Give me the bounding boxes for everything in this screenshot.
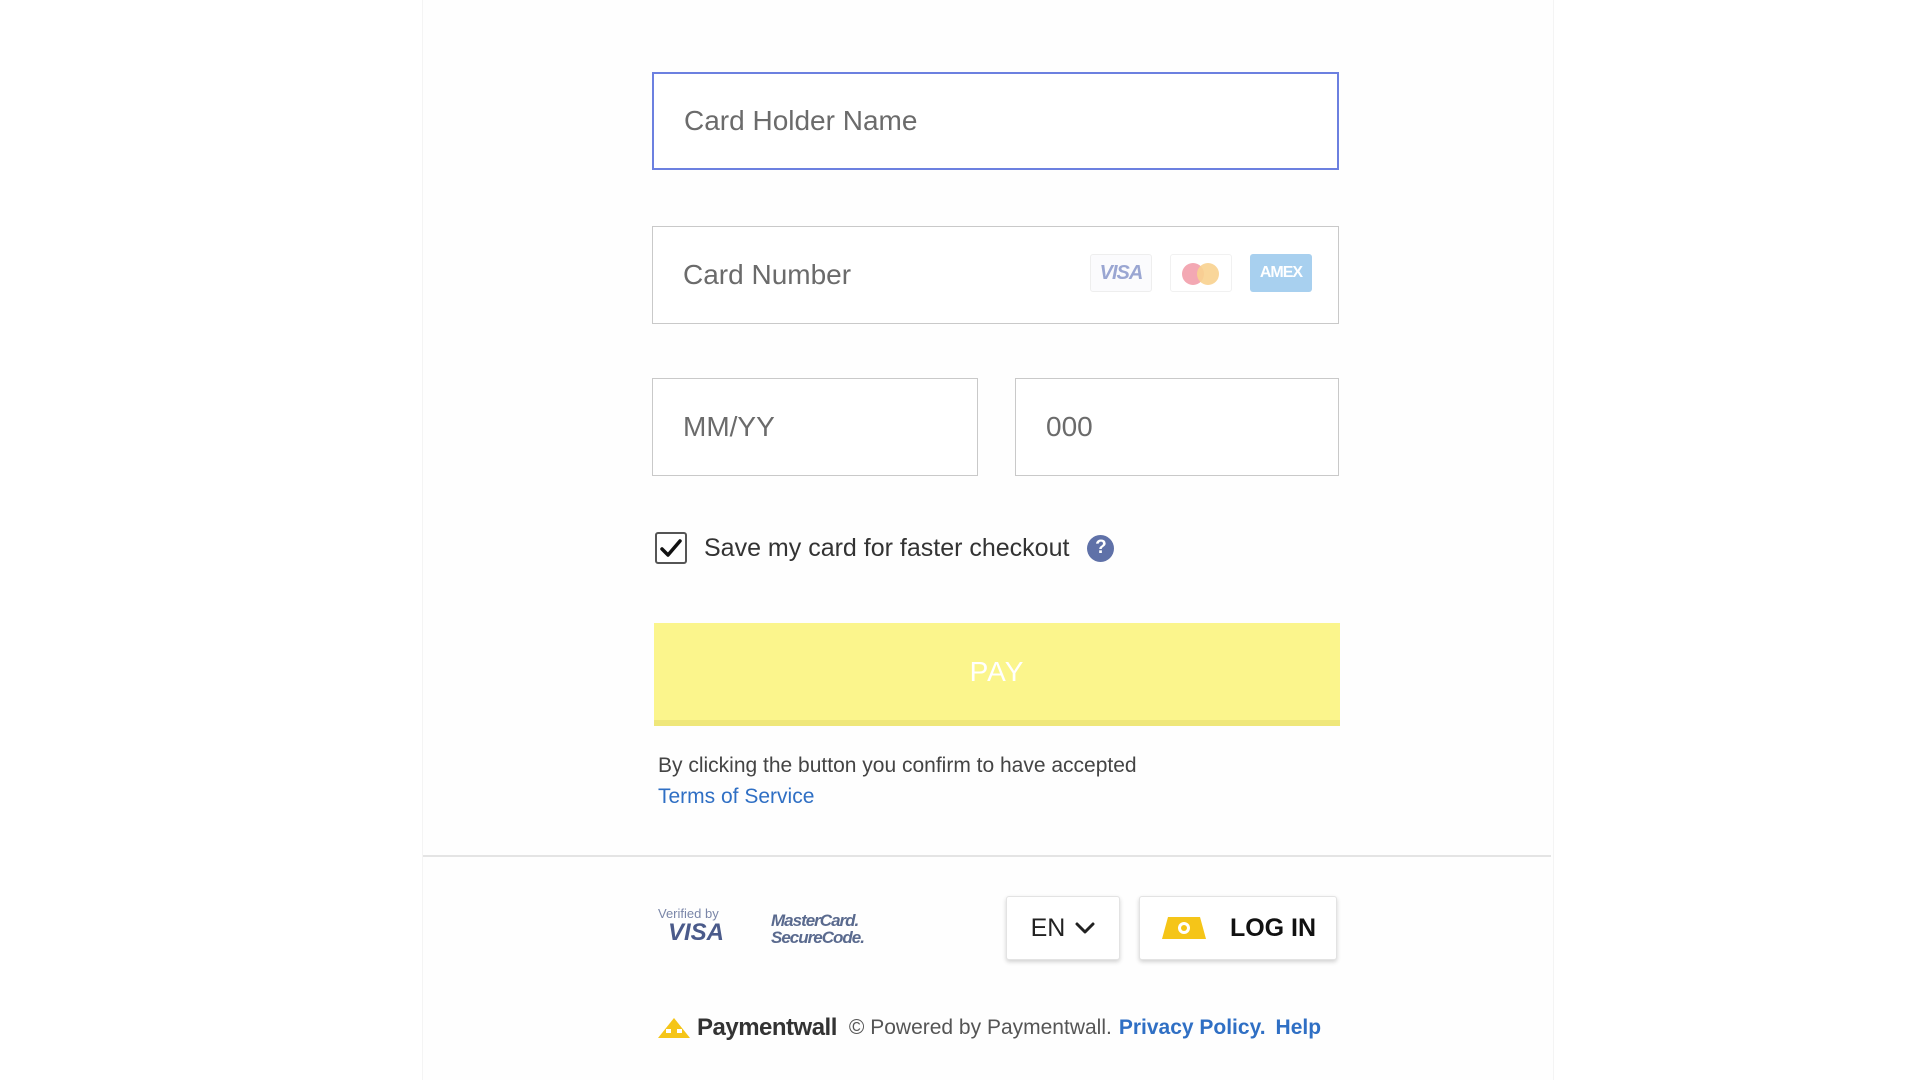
expiry-input[interactable] bbox=[653, 379, 977, 475]
card-number-field[interactable]: VISA AMEX bbox=[652, 226, 1339, 324]
expiry-field[interactable] bbox=[652, 378, 978, 476]
footer-bar: Paymentwall © Powered by Paymentwall. Pr… bbox=[657, 1014, 1321, 1042]
terms-of-service-link[interactable]: Terms of Service bbox=[658, 785, 814, 808]
mastercard-logo-icon bbox=[1170, 254, 1232, 292]
help-icon[interactable]: ? bbox=[1087, 534, 1115, 562]
cvv-input[interactable] bbox=[1016, 379, 1338, 475]
verified-by-visa-badge: Verified by VISA bbox=[658, 906, 724, 947]
pay-button[interactable]: PAY bbox=[654, 623, 1340, 726]
login-icon bbox=[1161, 917, 1206, 939]
save-card-checkbox[interactable] bbox=[655, 532, 687, 564]
help-link[interactable]: Help bbox=[1276, 1016, 1322, 1040]
login-button[interactable]: LOG IN bbox=[1139, 896, 1337, 960]
visa-logo-icon: VISA bbox=[1090, 254, 1152, 292]
save-card-row: Save my card for faster checkout ? bbox=[655, 532, 1115, 564]
mastercard-securecode-badge: MasterCard. SecureCode. bbox=[771, 911, 865, 947]
card-brand-logos: VISA AMEX bbox=[1090, 254, 1312, 292]
card-holder-input[interactable] bbox=[654, 74, 1337, 168]
cvv-field[interactable] bbox=[1015, 378, 1339, 476]
privacy-policy-link[interactable]: Privacy Policy. bbox=[1119, 1016, 1266, 1040]
mc-line2: SecureCode. bbox=[771, 928, 865, 947]
paymentwall-brand: Paymentwall bbox=[697, 1014, 837, 1041]
language-selector[interactable]: EN bbox=[1006, 896, 1120, 960]
language-label: EN bbox=[1030, 913, 1066, 942]
card-holder-field[interactable] bbox=[652, 72, 1339, 170]
mc-line1: MasterCard. bbox=[771, 911, 859, 930]
save-card-label: Save my card for faster checkout bbox=[704, 533, 1070, 562]
divider bbox=[423, 855, 1551, 857]
checkmark-icon bbox=[660, 539, 682, 557]
login-label: LOG IN bbox=[1229, 913, 1317, 942]
paymentwall-logo-icon bbox=[658, 1018, 690, 1038]
terms-text: By clicking the button you confirm to ha… bbox=[658, 754, 1137, 777]
chevron-down-icon bbox=[1075, 922, 1095, 934]
powered-by-text: © Powered by Paymentwall. bbox=[848, 1016, 1112, 1039]
terms-notice: By clicking the button you confirm to ha… bbox=[658, 750, 1137, 812]
verified-visa-text: VISA bbox=[668, 919, 725, 946]
card-number-input[interactable] bbox=[653, 227, 1053, 323]
amex-logo-icon: AMEX bbox=[1250, 254, 1312, 292]
